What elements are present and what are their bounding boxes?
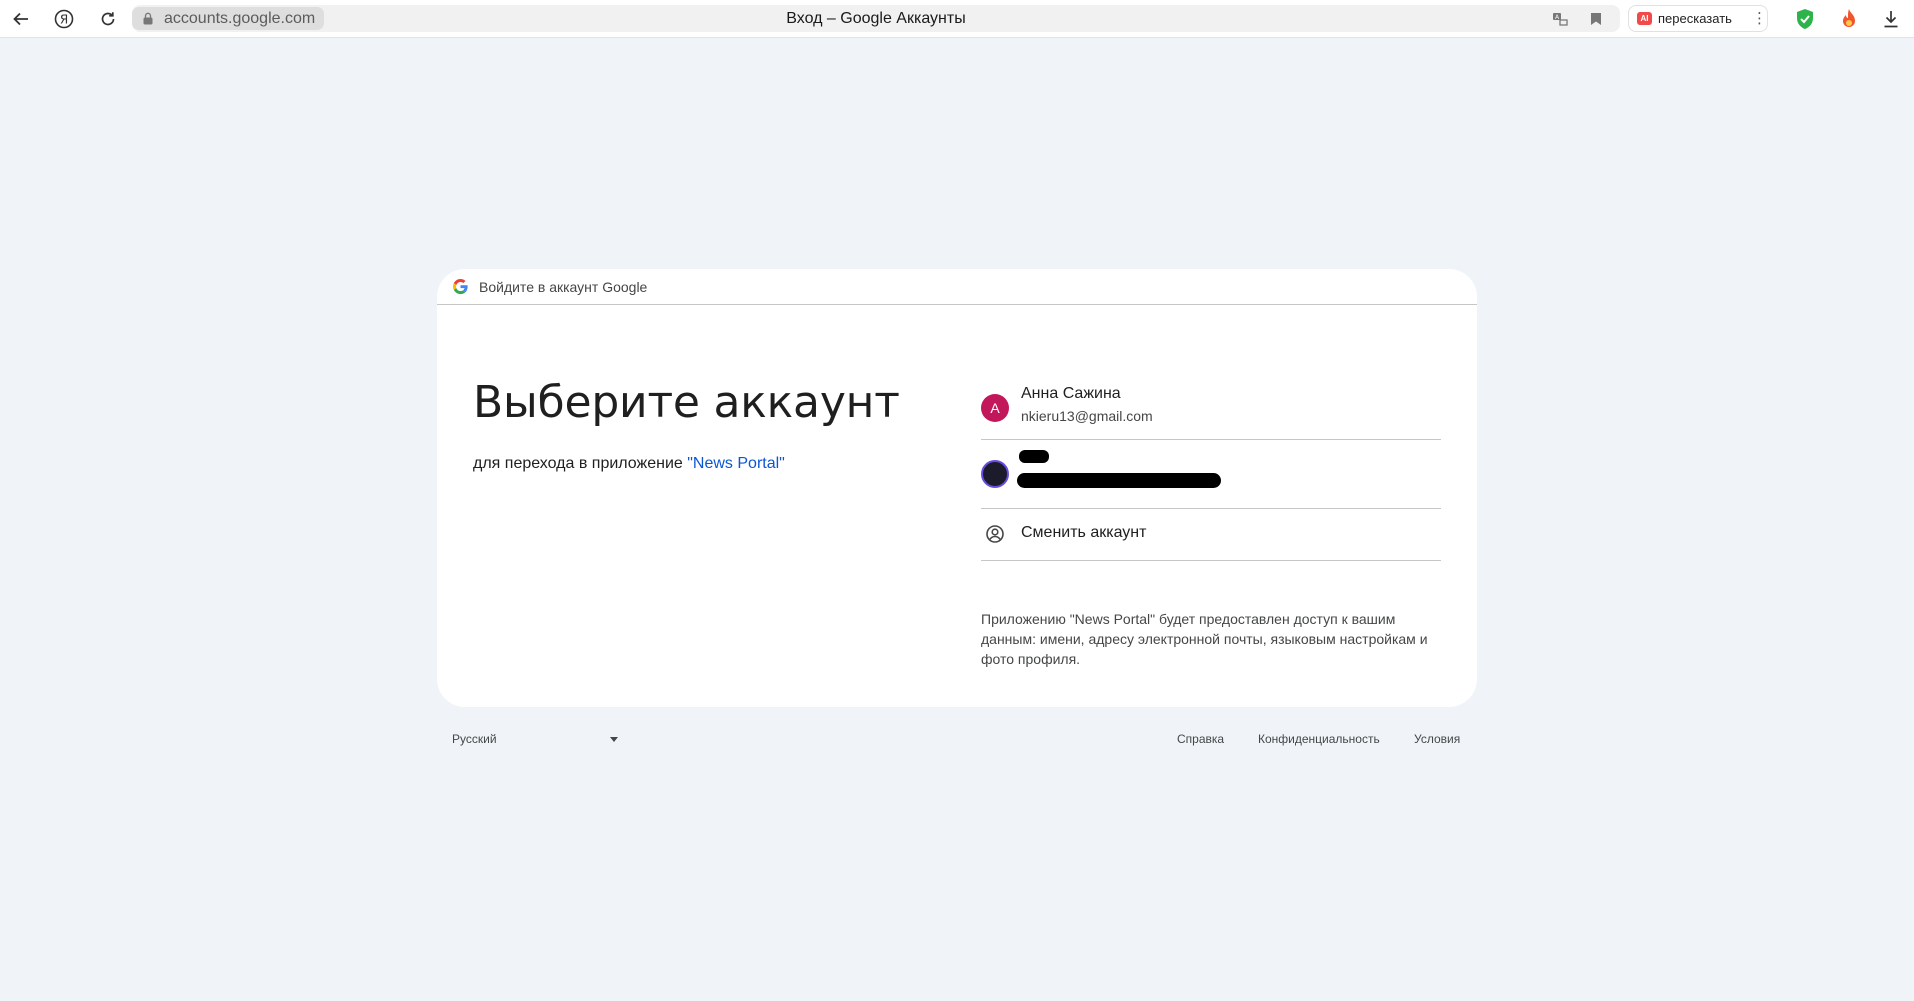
account-item-redacted[interactable] [981,440,1441,509]
account-item[interactable]: A Анна Сажина nkieru13@gmail.com [981,382,1441,440]
more-icon[interactable]: ⋮ [1752,10,1767,28]
subtitle: для перехода в приложение "News Portal" [473,455,785,473]
account-circle-icon [986,525,1004,543]
page-heading: Выберите аккаунт [473,377,900,428]
bookmark-icon[interactable] [1586,9,1606,29]
shield-check-icon[interactable] [1792,6,1818,32]
app-name-link[interactable]: "News Portal" [687,455,785,472]
retell-button[interactable]: AI пересказать ⋮ [1628,5,1768,32]
redacted-name [1019,450,1049,463]
page-title: Вход – Google Аккаунты [786,10,966,27]
card-header-text: Войдите в аккаунт Google [479,279,648,295]
account-chooser-card: Войдите в аккаунт Google Выберите аккаун… [437,269,1477,707]
language-label: Русский [452,732,497,746]
terms-link[interactable]: Условия [1414,732,1460,746]
translate-icon[interactable]: A [1550,9,1570,29]
subtitle-text: для перехода в приложение [473,455,688,472]
back-arrow-icon[interactable] [8,6,34,32]
account-email: nkieru13@gmail.com [1021,408,1153,424]
reload-icon[interactable] [95,6,121,32]
dropdown-arrow-icon [610,737,618,742]
download-icon[interactable] [1878,6,1904,32]
language-selector[interactable]: Русский [452,732,622,748]
retell-label: пересказать [1658,11,1732,26]
switch-account-button[interactable]: Сменить аккаунт [981,509,1441,561]
privacy-link[interactable]: Конфиденциальность [1258,732,1380,746]
yandex-icon[interactable]: Я [51,6,77,32]
address-bar[interactable]: accounts.google.com Вход – Google Аккаун… [132,5,1620,32]
switch-account-label: Сменить аккаунт [1021,524,1147,541]
consent-text: Приложению "News Portal" будет предостав… [981,611,1428,667]
google-logo-icon [453,279,468,294]
retell-badge-icon: AI [1637,12,1652,25]
browser-toolbar: Я accounts.google.com Вход – Google Акка… [0,0,1914,38]
account-name: Анна Сажина [1021,385,1121,402]
fire-icon[interactable] [1836,6,1862,32]
avatar: A [981,394,1009,422]
avatar [981,460,1009,488]
redacted-email [1017,473,1221,488]
help-link[interactable]: Справка [1177,732,1224,746]
card-header: Войдите в аккаунт Google [437,269,1477,305]
svg-text:Я: Я [60,13,68,27]
